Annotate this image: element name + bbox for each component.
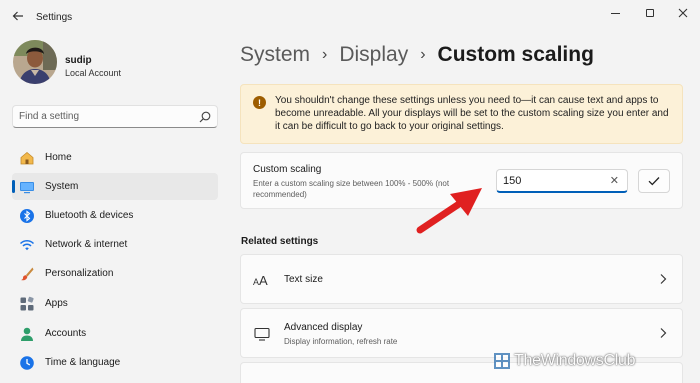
breadcrumb-display[interactable]: Display <box>339 43 408 67</box>
close-button[interactable] <box>668 4 698 22</box>
custom-scaling-title: Custom scaling <box>253 164 322 175</box>
checkmark-icon <box>648 177 660 186</box>
avatar-photo <box>13 40 57 84</box>
chevron-right-icon <box>660 328 667 338</box>
sidebar-item-bluetooth[interactable]: Bluetooth & devices <box>12 202 218 229</box>
system-icon <box>19 179 35 195</box>
minimize-icon <box>610 12 620 14</box>
thewindowsclub-logo-icon <box>494 353 510 369</box>
back-button[interactable] <box>8 6 28 26</box>
time-language-icon <box>19 355 35 371</box>
breadcrumb-chevron-icon: › <box>322 46 328 63</box>
sidebar-item-system[interactable]: System <box>12 173 218 200</box>
sidebar-item-personalization[interactable]: Personalization <box>12 260 218 287</box>
title-bar: Settings <box>0 0 700 30</box>
warning-banner: ! You shouldn't change these settings un… <box>240 84 683 144</box>
text-size-icon: A A <box>253 272 271 288</box>
account-type: Local Account <box>65 68 122 78</box>
advanced-display-row[interactable]: Advanced display Display information, re… <box>240 308 683 358</box>
sidebar-item-time-language[interactable]: Time & language <box>12 349 218 376</box>
svg-text:A: A <box>259 273 268 287</box>
page-title: Custom scaling <box>437 43 594 66</box>
sidebar-item-apps[interactable]: Apps <box>12 290 218 317</box>
sidebar-item-label: System <box>45 181 79 192</box>
sidebar-item-label: Network & internet <box>45 239 128 250</box>
brush-icon <box>19 266 35 282</box>
maximize-button[interactable] <box>635 4 665 22</box>
warning-text: You shouldn't change these settings unle… <box>275 95 669 132</box>
sidebar-item-accounts[interactable]: Accounts <box>12 320 218 347</box>
close-icon <box>678 8 688 18</box>
related-settings-heading: Related settings <box>241 236 319 247</box>
scaling-input[interactable] <box>503 172 603 190</box>
minimize-button[interactable] <box>600 4 630 22</box>
maximize-icon <box>646 9 654 17</box>
avatar[interactable] <box>13 40 57 84</box>
sidebar-item-network[interactable]: Network & internet <box>12 231 218 258</box>
user-name: sudip <box>65 55 92 66</box>
watermark-text: TheWindowsClub <box>514 352 636 369</box>
sidebar-item-label: Accounts <box>45 328 87 339</box>
breadcrumb-system[interactable]: System <box>240 43 310 67</box>
graphics-icon <box>253 377 271 383</box>
app-title: Settings <box>36 12 73 23</box>
clear-icon[interactable]: ✕ <box>610 174 619 187</box>
sidebar-item-label: Home <box>45 152 72 163</box>
advanced-display-subtitle: Display information, refresh rate <box>284 337 398 346</box>
network-icon <box>19 237 35 253</box>
breadcrumb-chevron-icon: › <box>420 46 426 63</box>
active-indicator <box>12 180 15 193</box>
advanced-display-title: Advanced display <box>284 322 363 333</box>
sidebar-item-label: Time & language <box>45 357 121 368</box>
sidebar-item-label: Apps <box>45 298 68 309</box>
search-input[interactable] <box>19 106 199 127</box>
scaling-input-box[interactable]: ✕ <box>496 169 628 193</box>
back-arrow-icon <box>12 11 23 21</box>
text-size-title: Text size <box>284 274 323 285</box>
home-icon <box>19 150 35 166</box>
sidebar-item-label: Personalization <box>45 268 114 279</box>
monitor-icon <box>253 326 271 342</box>
text-size-row[interactable]: A A Text size <box>240 254 683 304</box>
chevron-right-icon <box>660 274 667 284</box>
sidebar-item-home[interactable]: Home <box>12 144 218 171</box>
confirm-button[interactable] <box>638 169 670 193</box>
annotation-arrow <box>416 188 482 234</box>
breadcrumb: System › Display › Custom scaling <box>240 43 594 67</box>
search-box[interactable] <box>12 105 218 128</box>
warning-icon: ! <box>253 96 266 109</box>
sidebar-item-label: Bluetooth & devices <box>45 210 134 221</box>
search-icon[interactable] <box>199 111 211 123</box>
watermark: TheWindowsClub <box>493 352 635 370</box>
apps-icon <box>19 296 35 312</box>
accounts-icon <box>19 326 35 342</box>
bluetooth-icon <box>19 208 35 224</box>
